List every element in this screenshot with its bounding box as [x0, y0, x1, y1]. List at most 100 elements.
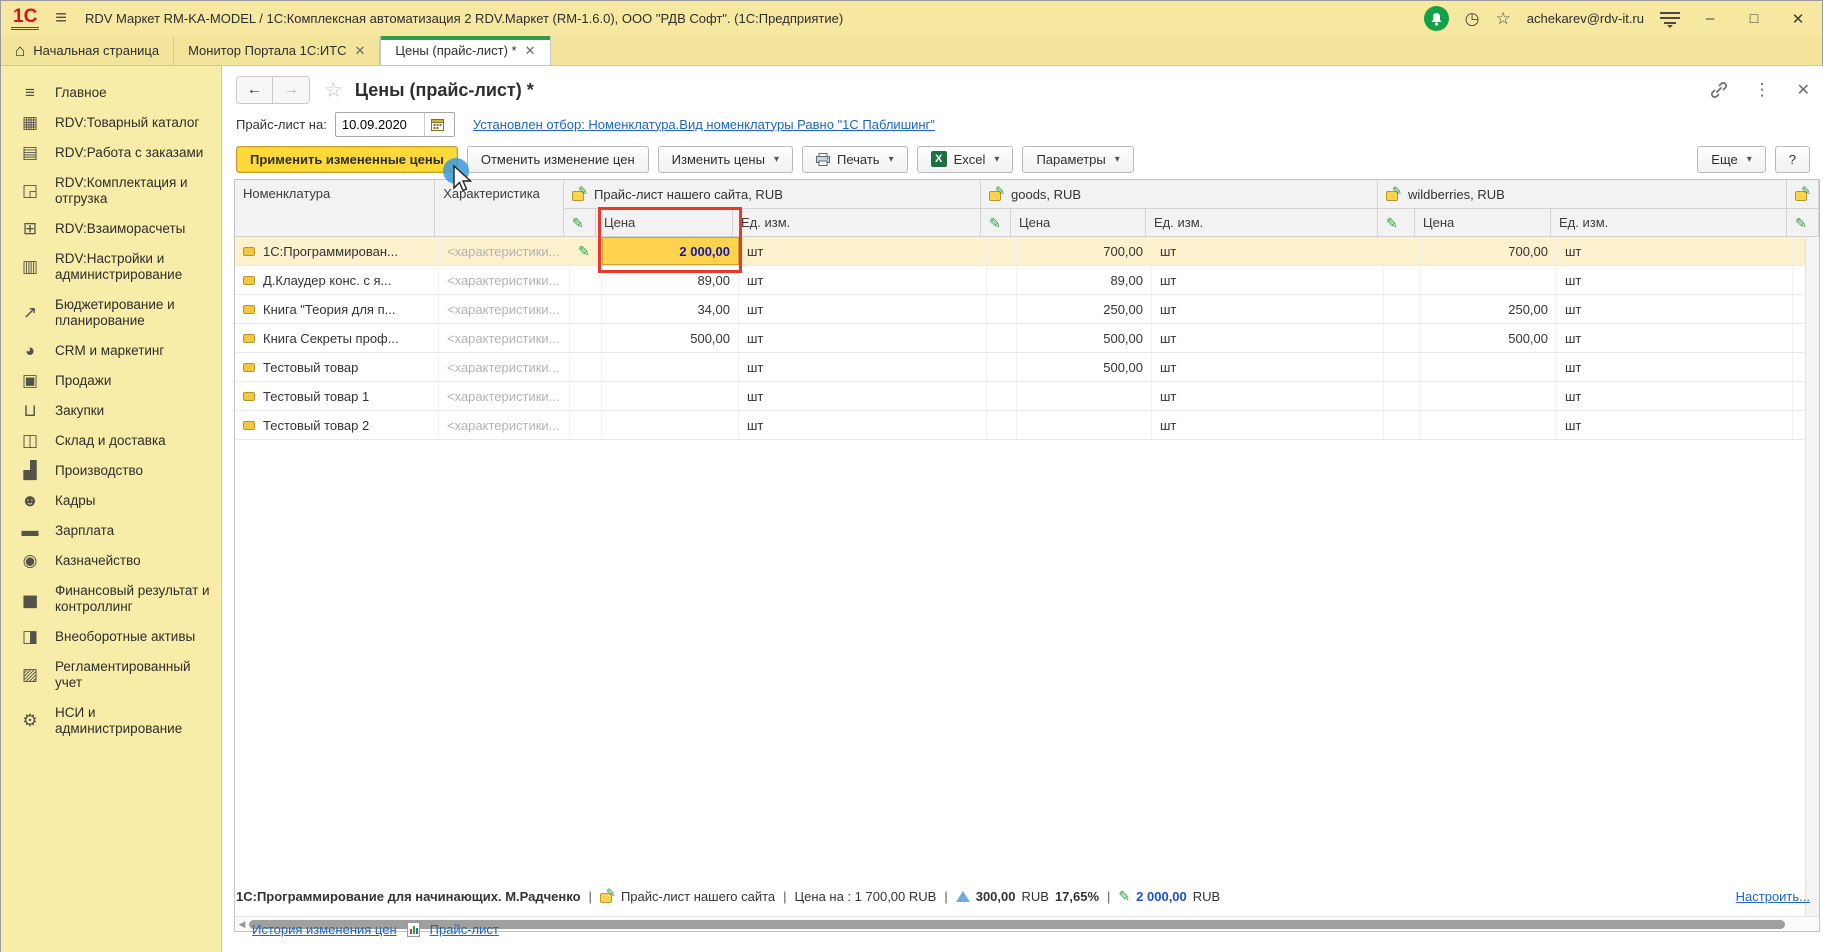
cancel-price-change-button[interactable]: Отменить изменение цен: [467, 146, 649, 173]
cell-unit[interactable]: шт: [1152, 237, 1384, 265]
col-header-nomenclature[interactable]: Номенклатура: [235, 180, 435, 237]
tab-0[interactable]: ⌂Начальная страница: [1, 36, 174, 65]
cell-price[interactable]: [602, 411, 739, 439]
cell-unit[interactable]: шт: [739, 411, 987, 439]
user-email[interactable]: achekarev@rdv-it.ru: [1527, 11, 1644, 26]
cell-unit[interactable]: шт: [739, 382, 987, 410]
cell-unit[interactable]: шт: [739, 295, 987, 323]
sidebar-item-10[interactable]: ◫Склад и доставка: [1, 426, 221, 456]
filter-link[interactable]: Установлен отбор: Номенклатура.Вид номен…: [473, 117, 935, 132]
cell-edit-flag[interactable]: [570, 295, 602, 323]
cell-nomenclature[interactable]: 1С:Программирован...: [235, 237, 439, 265]
cell-unit[interactable]: шт: [1152, 266, 1384, 294]
cell-edit-flag[interactable]: [1384, 237, 1421, 265]
cell-characteristic[interactable]: <характеристики...: [439, 266, 570, 294]
cell-edit-flag[interactable]: [987, 411, 1017, 439]
group-header[interactable]: ✎goods, RUB: [981, 180, 1378, 209]
sidebar-item-16[interactable]: ◨Внеоборотные активы: [1, 622, 221, 652]
cell-price[interactable]: 500,00: [1017, 353, 1152, 381]
vertical-scrollbar[interactable]: [1805, 237, 1819, 916]
cell-edit-flag[interactable]: [987, 266, 1017, 294]
more-button[interactable]: Еще: [1697, 146, 1765, 173]
cell-edit-flag[interactable]: [1384, 411, 1421, 439]
print-button[interactable]: Печать: [802, 146, 908, 173]
cell-nomenclature[interactable]: Тестовый товар 1: [235, 382, 439, 410]
pricelist-link[interactable]: Прайс-лист: [430, 922, 499, 937]
window-close-button[interactable]: [1784, 10, 1812, 28]
cell-unit[interactable]: шт: [1557, 237, 1793, 265]
cell-characteristic[interactable]: <характеристики...: [439, 237, 570, 265]
cell-edit-flag[interactable]: [987, 382, 1017, 410]
tools-menu-icon[interactable]: [1660, 12, 1680, 26]
cell-unit[interactable]: шт: [1557, 353, 1793, 381]
sidebar-item-7[interactable]: ◕CRM и маркетинг: [1, 336, 221, 366]
cell-unit[interactable]: шт: [1557, 324, 1793, 352]
cell-edit-flag[interactable]: [1384, 266, 1421, 294]
sidebar-item-2[interactable]: ▤RDV:Работа с заказами: [1, 138, 221, 168]
sidebar-item-9[interactable]: ⊔Закупки: [1, 396, 221, 426]
cell-price[interactable]: [602, 382, 739, 410]
calendar-button[interactable]: [424, 113, 450, 136]
cell-price[interactable]: 500,00: [602, 324, 739, 352]
sidebar-item-4[interactable]: ⊞RDV:Взаиморасчеты: [1, 214, 221, 244]
form-close-icon[interactable]: ✕: [1797, 80, 1810, 100]
cell-characteristic[interactable]: <характеристики...: [439, 324, 570, 352]
cell-edit-flag[interactable]: [570, 411, 602, 439]
cell-characteristic[interactable]: <характеристики...: [439, 411, 570, 439]
cell-price[interactable]: [1421, 411, 1557, 439]
pricelist-date-field[interactable]: [335, 112, 455, 137]
cell-price[interactable]: [602, 353, 739, 381]
cell-unit[interactable]: шт: [1557, 295, 1793, 323]
cell-nomenclature[interactable]: Книга "Теория для п...: [235, 295, 439, 323]
cell-characteristic[interactable]: <характеристики...: [439, 382, 570, 410]
cell-unit[interactable]: шт: [739, 324, 987, 352]
cell-edit-flag[interactable]: [1384, 324, 1421, 352]
sidebar-item-17[interactable]: ▨Регламентированный учет: [1, 652, 221, 698]
cell-unit[interactable]: шт: [1152, 353, 1384, 381]
cell-price[interactable]: 500,00: [1421, 324, 1557, 352]
cell-price[interactable]: [1421, 353, 1557, 381]
back-button[interactable]: ←: [237, 77, 273, 103]
cell-edit-flag[interactable]: [1384, 382, 1421, 410]
cell-unit[interactable]: шт: [1557, 382, 1793, 410]
scroll-left-arrow-icon[interactable]: ◀: [235, 919, 249, 930]
price-col-header[interactable]: Цена: [596, 209, 733, 237]
cell-unit[interactable]: шт: [1557, 266, 1793, 294]
sidebar-item-18[interactable]: ⚙НСИ и администрирование: [1, 698, 221, 744]
cell-unit[interactable]: шт: [1152, 295, 1384, 323]
table-row-4[interactable]: Тестовый товар<характеристики...шт500,00…: [235, 353, 1819, 382]
table-row-5[interactable]: Тестовый товар 1<характеристики...штштшт: [235, 382, 1819, 411]
sidebar-item-13[interactable]: ▬Зарплата: [1, 516, 221, 546]
kebab-menu-icon[interactable]: ⋮: [1754, 80, 1771, 100]
cell-edit-flag[interactable]: [570, 324, 602, 352]
table-row-0[interactable]: 1С:Программирован...<характеристики...✎2…: [235, 237, 1819, 266]
cell-nomenclature[interactable]: Книга Секреты проф...: [235, 324, 439, 352]
cell-edit-flag[interactable]: ✎: [570, 237, 602, 265]
edit-col-header[interactable]: ✎: [564, 209, 596, 237]
cell-price[interactable]: 250,00: [1017, 295, 1152, 323]
unit-col-header[interactable]: Ед. изм.: [733, 209, 981, 237]
cell-unit[interactable]: шт: [1152, 324, 1384, 352]
sidebar-item-14[interactable]: ◉Казначейство: [1, 546, 221, 576]
date-input[interactable]: [336, 117, 424, 132]
cell-price[interactable]: [1017, 411, 1152, 439]
cell-edit-flag[interactable]: [987, 353, 1017, 381]
cell-price[interactable]: 500,00: [1017, 324, 1152, 352]
sidebar-item-12[interactable]: ☻Кадры: [1, 486, 221, 516]
table-row-3[interactable]: Книга Секреты проф...<характеристики... 5…: [235, 324, 1819, 353]
main-menu-icon[interactable]: ≡: [55, 7, 67, 30]
cell-price[interactable]: [1421, 382, 1557, 410]
forward-button[interactable]: →: [273, 77, 309, 103]
sidebar-item-11[interactable]: ▟Производство: [1, 456, 221, 486]
cell-edit-flag[interactable]: [570, 382, 602, 410]
table-row-6[interactable]: Тестовый товар 2<характеристики...штштшт: [235, 411, 1819, 440]
sidebar-item-0[interactable]: ≡Главное: [1, 78, 221, 108]
favorite-star-icon[interactable]: ☆: [324, 78, 343, 103]
sidebar-item-3[interactable]: ◲RDV:Комплектация и отгрузка: [1, 168, 221, 214]
cell-nomenclature[interactable]: Тестовый товар: [235, 353, 439, 381]
table-row-2[interactable]: Книга "Теория для п...<характеристики...…: [235, 295, 1819, 324]
tab-1[interactable]: Монитор Портала 1С:ИТС: [174, 36, 380, 65]
sidebar-item-8[interactable]: ▣Продажи: [1, 366, 221, 396]
price-col-header[interactable]: Цена: [1415, 209, 1551, 237]
sidebar-item-15[interactable]: ▅Финансовый результат и контроллинг: [1, 576, 221, 622]
